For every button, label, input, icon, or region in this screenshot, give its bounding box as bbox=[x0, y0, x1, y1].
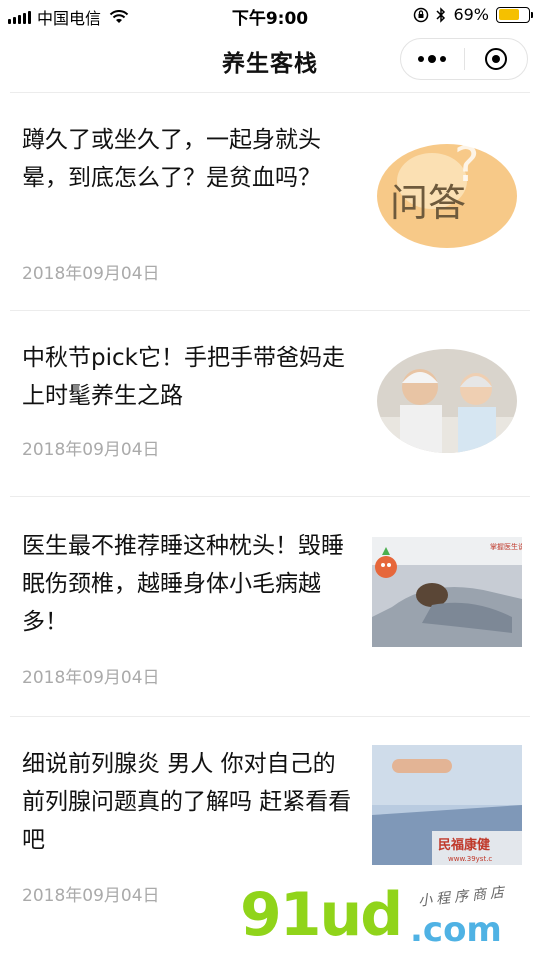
prostate-article-image: 民福康健 www.39yst.c bbox=[372, 745, 522, 865]
article-title: 蹲久了或坐久了，一起身就头晕，到底怎么了？是贫血吗？ bbox=[22, 127, 321, 191]
sleeping-pillow-image: 掌握医生说 bbox=[372, 537, 522, 647]
article-item[interactable]: 蹲久了或坐久了，一起身就头晕，到底怎么了？是贫血吗？ 2018年09月04日 ?… bbox=[10, 92, 530, 310]
article-thumbnail bbox=[372, 347, 522, 455]
article-thumbnail: 民福康健 www.39yst.c bbox=[372, 745, 522, 865]
article-date: 2018年09月04日 bbox=[22, 886, 160, 906]
article-item[interactable]: 医生最不推荐睡这种枕头！毁睡眠伤颈椎，越睡身体小毛病越多！ 2018年09月04… bbox=[10, 496, 530, 716]
battery-percent: 69% bbox=[453, 5, 489, 24]
article-date: 2018年09月04日 bbox=[22, 440, 160, 460]
article-title: 细说前列腺炎 男人 你对自己的前列腺问题真的了解吗 赶紧看看吧 bbox=[22, 751, 352, 853]
thumb-label: 掌握医生说 bbox=[490, 542, 522, 551]
miniprogram-capsule bbox=[400, 38, 528, 80]
battery-icon bbox=[496, 6, 533, 23]
article-title: 中秋节pick它！手把手带爸妈走上时髦养生之路 bbox=[22, 345, 345, 409]
qa-thumbnail-image: ? 问答 bbox=[372, 141, 522, 251]
orientation-lock-icon bbox=[414, 7, 429, 22]
elderly-couple-image bbox=[377, 349, 517, 453]
article-item[interactable]: 中秋节pick它！手把手带爸妈走上时髦养生之路 2018年09月04日 bbox=[10, 310, 530, 496]
thumb-label: 民福康健 bbox=[438, 837, 490, 853]
miniprogram-close-icon[interactable] bbox=[465, 48, 528, 70]
article-list: 蹲久了或坐久了，一起身就头晕，到底怎么了？是贫血吗？ 2018年09月04日 ?… bbox=[0, 92, 540, 938]
article-title: 医生最不推荐睡这种枕头！毁睡眠伤颈椎，越睡身体小毛病越多！ bbox=[22, 533, 344, 635]
article-thumbnail: ? 问答 bbox=[372, 141, 522, 251]
bluetooth-icon bbox=[436, 6, 446, 23]
thumb-url: www.39yst.c bbox=[448, 855, 492, 863]
article-date: 2018年09月04日 bbox=[22, 264, 160, 284]
more-dots-icon[interactable] bbox=[401, 55, 464, 63]
status-bar: 中国电信 下午9:00 69% bbox=[0, 0, 540, 30]
article-item[interactable]: 细说前列腺炎 男人 你对自己的前列腺问题真的了解吗 赶紧看看吧 2018年09月… bbox=[10, 716, 530, 938]
nav-bar: 养生客栈 bbox=[0, 30, 540, 92]
article-thumbnail: 掌握医生说 bbox=[372, 537, 522, 647]
thumb-label: 问答 bbox=[390, 181, 466, 225]
article-date: 2018年09月04日 bbox=[22, 668, 160, 688]
